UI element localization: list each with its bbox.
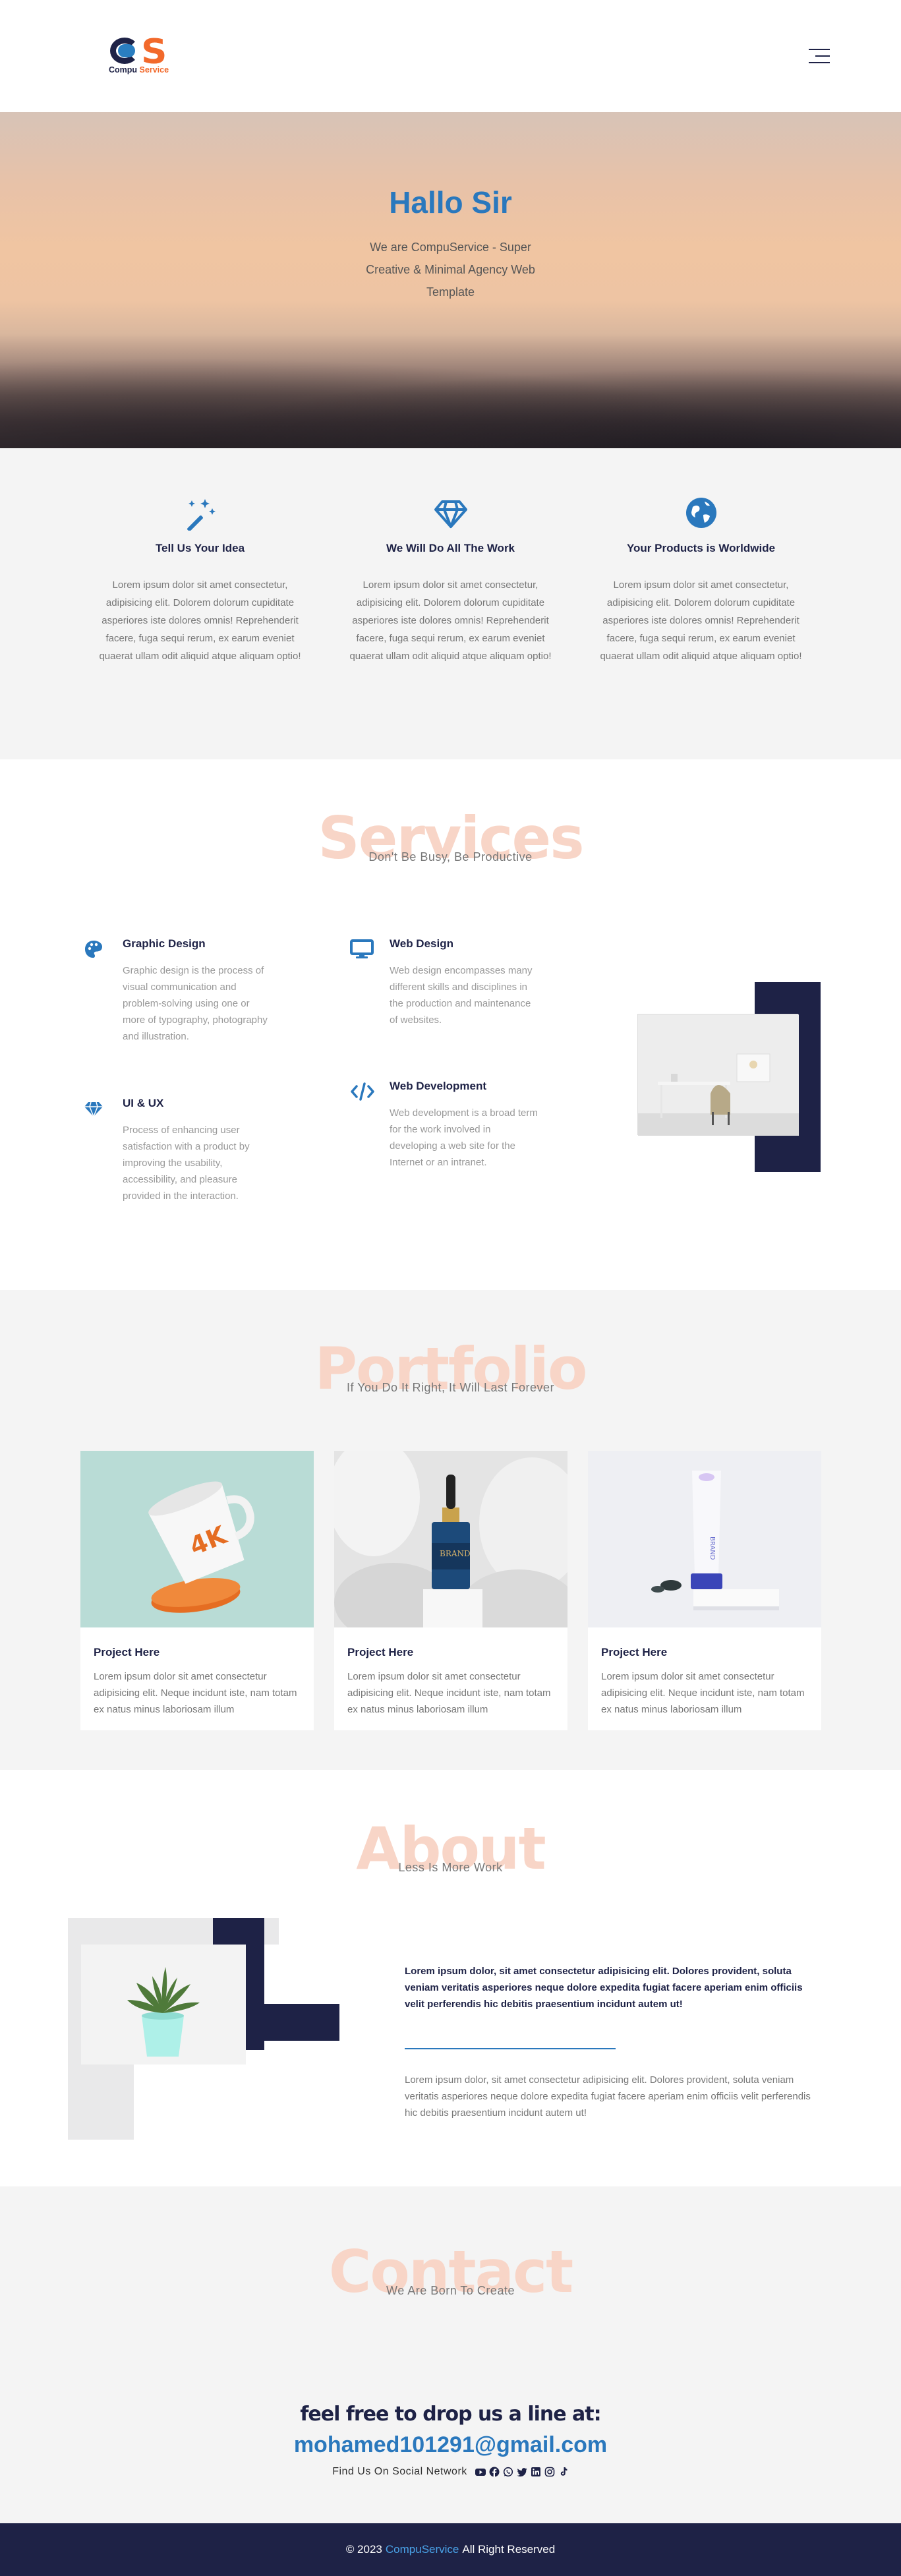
about-section: About Less Is More Work Lorem ipsum dolo… (0, 1770, 901, 2186)
section-subheading: Less Is More Work (398, 1861, 503, 1874)
logo-text: Compu Service (109, 65, 169, 74)
twitter-icon[interactable] (517, 2467, 527, 2477)
card-title: Project Here (347, 1646, 414, 1658)
services-section: Services Don't Be Busy, Be Productive Gr… (0, 759, 901, 1290)
hero-background-rocks (0, 343, 901, 448)
succulent-photo (81, 1945, 246, 2064)
globe-icon (576, 494, 827, 531)
footer-brand-link[interactable]: CompuService (386, 2543, 459, 2556)
portfolio-section: Portfolio If You Do It Right, It Will La… (0, 1290, 901, 1770)
card-title: Project Here (94, 1646, 160, 1658)
gem-icon (83, 1097, 123, 1204)
site-header: S Compu Service (0, 0, 901, 112)
card-text: Lorem ipsum dolor sit amet consectetur a… (94, 1671, 297, 1715)
workspace-photo (637, 1014, 799, 1136)
svg-text:BRAND: BRAND (709, 1537, 716, 1560)
service-text: Process of enhancing user satisfaction w… (123, 1125, 250, 1202)
footer-copyright: © 2023 (345, 2543, 382, 2556)
linkedin-icon[interactable] (531, 2467, 541, 2477)
logo-c-fill (118, 44, 135, 57)
hamburger-line (815, 55, 830, 57)
compuservice-logo[interactable]: S Compu Service (109, 35, 181, 77)
services-heading: Services Don't Be Busy, Be Productive (0, 805, 901, 885)
section-subheading: We Are Born To Create (386, 2284, 515, 2297)
features-section: Tell Us Your Idea Lorem ipsum dolor sit … (0, 448, 901, 759)
portfolio-cards: 4K Project Here Lorem ipsum dolor sit am… (80, 1451, 821, 1730)
service-title: UI & UX (123, 1097, 164, 1109)
feature-title: Your Products is Worldwide (626, 542, 776, 554)
magic-wand-icon (75, 494, 326, 531)
card-text: Lorem ipsum dolor sit amet consectetur a… (347, 1671, 551, 1715)
logo-text-compu: Compu (109, 65, 138, 74)
feature-text: Lorem ipsum dolor sit amet consectetur, … (600, 579, 802, 662)
portfolio-card[interactable]: BRAND Project Here Lorem ipsum dolor sit… (334, 1451, 567, 1730)
contact-section: Contact We Are Born To Create feel free … (0, 2186, 901, 2523)
logo-text-service: Service (139, 65, 169, 74)
feature-card: Tell Us Your Idea Lorem ipsum dolor sit … (75, 494, 326, 759)
service-item: Web Design Web design encompasses many d… (350, 937, 548, 1028)
service-title: Web Design (390, 937, 453, 950)
about-image (68, 1918, 339, 2140)
card-text: Lorem ipsum dolor sit amet consectetur a… (601, 1671, 805, 1715)
about-paragraph: Lorem ipsum dolor, sit amet consectetur … (405, 2074, 811, 2119)
whatsapp-icon[interactable] (503, 2467, 513, 2477)
about-divider (405, 2048, 616, 2049)
feature-text: Lorem ipsum dolor sit amet consectetur, … (99, 579, 301, 662)
feature-card: Your Products is Worldwide Lorem ipsum d… (576, 494, 827, 759)
service-item: UI & UX Process of enhancing user satisf… (83, 1097, 281, 1204)
section-subheading: Don't Be Busy, Be Productive (368, 850, 533, 864)
service-text: Graphic design is the process of visual … (123, 965, 268, 1042)
service-title: Graphic Design (123, 937, 206, 950)
portfolio-image-mug: 4K (80, 1451, 314, 1627)
feature-card: We Will Do All The Work Lorem ipsum dolo… (326, 494, 576, 759)
logo-s-letter: S (141, 32, 167, 72)
hero-title: Hallo Sir (389, 185, 512, 220)
hamburger-icon[interactable] (809, 49, 830, 63)
facebook-icon[interactable] (489, 2467, 500, 2477)
instagram-icon[interactable] (544, 2467, 555, 2477)
portfolio-heading: Portfolio If You Do It Right, It Will La… (0, 1336, 901, 1415)
feature-title: Tell Us Your Idea (155, 542, 245, 554)
portfolio-image-bottle: BRAND (334, 1451, 567, 1627)
portfolio-card[interactable]: BRAND Project Here Lorem ipsum dolor sit… (588, 1451, 821, 1730)
contact-drop-line: feel free to drop us a line at: (300, 2403, 601, 2426)
hamburger-line (809, 49, 830, 50)
about-heading: About Less Is More Work (0, 1816, 901, 1895)
portfolio-card[interactable]: 4K Project Here Lorem ipsum dolor sit am… (80, 1451, 314, 1730)
site-footer: © 2023 CompuService All Right Reserved (0, 2523, 901, 2576)
youtube-icon[interactable] (475, 2467, 486, 2477)
svg-text:BRAND: BRAND (440, 1549, 471, 1558)
service-item: Graphic Design Graphic design is the pro… (83, 937, 281, 1045)
hero-subtitle: We are CompuService - Super Creative & M… (366, 241, 535, 299)
palette-icon (83, 937, 123, 1045)
contact-heading: Contact We Are Born To Create (0, 2239, 901, 2318)
social-label: Find Us On Social Network (332, 2466, 467, 2477)
footer-rights: All Right Reserved (462, 2543, 556, 2556)
service-title: Web Development (390, 1080, 487, 1092)
code-icon (350, 1080, 390, 1171)
tiktok-icon[interactable] (558, 2467, 569, 2477)
social-icons (475, 2467, 569, 2477)
hero-section: Hallo Sir We are CompuService - Super Cr… (0, 112, 901, 448)
section-subheading: If You Do It Right, It Will Last Forever (346, 1381, 555, 1394)
service-text: Web development is a broad term for the … (390, 1107, 538, 1168)
about-bold-paragraph: Lorem ipsum dolor, sit amet consectetur … (405, 1966, 803, 2010)
feature-text: Lorem ipsum dolor sit amet consectetur, … (349, 579, 552, 662)
service-item: Web Development Web development is a bro… (350, 1080, 548, 1171)
monitor-icon (350, 937, 390, 1028)
portfolio-image-tube: BRAND (588, 1451, 821, 1627)
diamond-icon (326, 494, 576, 531)
about-text: Lorem ipsum dolor, sit amet consectetur … (405, 1963, 811, 2121)
card-title: Project Here (601, 1646, 668, 1658)
services-image (637, 982, 821, 1172)
feature-title: We Will Do All The Work (386, 542, 515, 554)
social-row: Find Us On Social Network (0, 2466, 901, 2478)
contact-email-link[interactable]: mohamed101291@gmail.com (0, 2432, 901, 2458)
service-text: Web design encompasses many different sk… (390, 965, 533, 1026)
hamburger-line (809, 62, 830, 63)
